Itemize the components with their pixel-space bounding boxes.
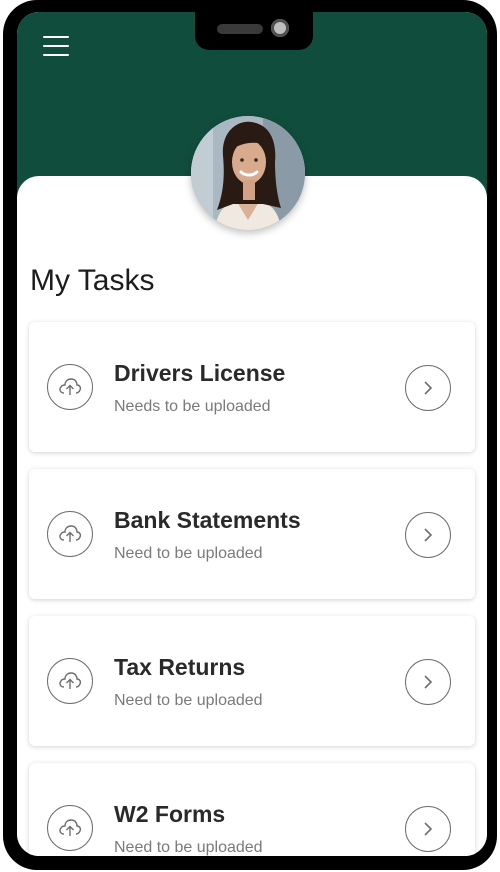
task-card-bank-statements[interactable]: Bank Statements Need to be uploaded [29, 469, 475, 599]
task-title: Bank Statements [114, 507, 301, 533]
task-status: Need to be uploaded [114, 839, 263, 856]
speaker-grille [217, 24, 263, 34]
task-card-w2-forms[interactable]: W2 Forms Need to be uploaded [29, 763, 475, 856]
cloud-upload-icon[interactable] [47, 658, 93, 704]
cloud-upload-icon[interactable] [47, 364, 93, 410]
chevron-right-icon[interactable] [405, 512, 451, 558]
cloud-upload-icon[interactable] [47, 805, 93, 851]
front-camera [271, 19, 289, 37]
avatar-photo [191, 116, 305, 230]
user-avatar[interactable] [191, 116, 305, 230]
app-screen: My Tasks Drivers License Needs to be upl… [17, 12, 487, 856]
hamburger-menu-icon[interactable] [43, 34, 71, 60]
chevron-right-icon[interactable] [405, 365, 451, 411]
task-title: Drivers License [114, 360, 286, 386]
task-card-tax-returns[interactable]: Tax Returns Need to be uploaded [29, 616, 475, 746]
task-status: Need to be uploaded [114, 692, 263, 709]
task-status: Needs to be uploaded [114, 398, 271, 415]
phone-frame: My Tasks Drivers License Needs to be upl… [3, 0, 497, 870]
task-card-drivers-license[interactable]: Drivers License Needs to be uploaded [29, 322, 475, 452]
task-title: Tax Returns [114, 654, 246, 680]
page-title: My Tasks [30, 264, 155, 297]
task-status: Need to be uploaded [114, 545, 263, 562]
task-title: W2 Forms [114, 801, 226, 827]
device-notch [195, 12, 313, 50]
chevron-right-icon[interactable] [405, 806, 451, 852]
chevron-right-icon[interactable] [405, 659, 451, 705]
cloud-upload-icon[interactable] [47, 511, 93, 557]
